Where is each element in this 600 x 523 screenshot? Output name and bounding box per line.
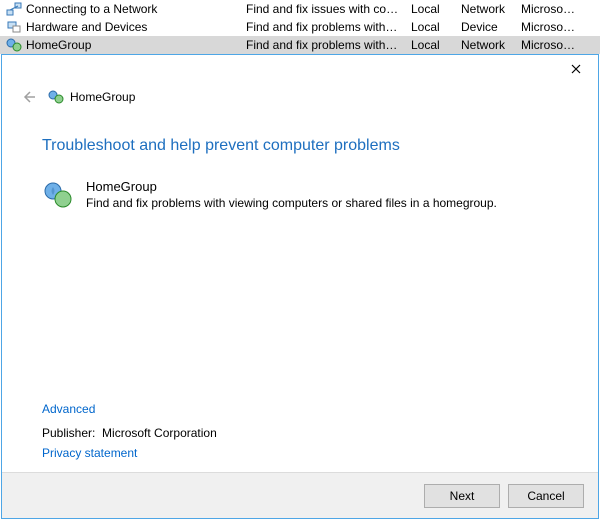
list-row[interactable]: Hardware and Devices Find and fix proble… xyxy=(0,18,600,36)
back-button[interactable] xyxy=(18,87,38,107)
troubleshooter-wizard: HomeGroup Troubleshoot and help prevent … xyxy=(1,54,599,519)
row-loc: Local xyxy=(411,20,461,34)
row-loc: Local xyxy=(411,2,461,16)
row-name: HomeGroup xyxy=(26,38,91,52)
close-button[interactable] xyxy=(554,55,598,83)
homegroup-icon xyxy=(42,179,74,211)
list-row[interactable]: HomeGroup Find and fix problems with… Lo… xyxy=(0,36,600,54)
list-row[interactable]: Connecting to a Network Find and fix iss… xyxy=(0,0,600,18)
row-desc: Find and fix problems with… xyxy=(246,38,411,52)
footer-links: Advanced Publisher: Microsoft Corporatio… xyxy=(2,402,598,472)
item-description: Find and fix problems with viewing compu… xyxy=(86,196,497,210)
next-button[interactable]: Next xyxy=(424,484,500,508)
row-loc: Local xyxy=(411,38,461,52)
row-pub: Microso… xyxy=(521,2,594,16)
row-pub: Microso… xyxy=(521,20,594,34)
page-heading: Troubleshoot and help prevent computer p… xyxy=(42,137,562,155)
item-title: HomeGroup xyxy=(86,179,497,194)
publisher-label: Publisher: xyxy=(42,426,95,440)
row-cat: Device xyxy=(461,20,521,34)
homegroup-icon xyxy=(48,89,64,105)
wizard-header: HomeGroup xyxy=(2,83,598,113)
row-name: Connecting to a Network xyxy=(26,2,157,16)
privacy-link[interactable]: Privacy statement xyxy=(42,446,137,460)
titlebar xyxy=(2,55,598,83)
homegroup-icon xyxy=(6,37,22,53)
network-icon xyxy=(6,1,22,17)
row-desc: Find and fix problems with… xyxy=(246,20,411,34)
wizard-content: Troubleshoot and help prevent computer p… xyxy=(2,113,598,402)
row-desc: Find and fix issues with co… xyxy=(246,2,411,16)
cancel-button[interactable]: Cancel xyxy=(508,484,584,508)
row-cat: Network xyxy=(461,38,521,52)
wizard-title: HomeGroup xyxy=(70,90,135,104)
troubleshooter-list: Connecting to a Network Find and fix iss… xyxy=(0,0,600,54)
advanced-link[interactable]: Advanced xyxy=(42,402,95,416)
troubleshooter-item: HomeGroup Find and fix problems with vie… xyxy=(42,179,562,211)
publisher-line: Publisher: Microsoft Corporation xyxy=(42,426,558,440)
row-pub: Microso… xyxy=(521,38,594,52)
device-icon xyxy=(6,19,22,35)
publisher-value: Microsoft Corporation xyxy=(102,426,217,440)
row-cat: Network xyxy=(461,2,521,16)
button-bar: Next Cancel xyxy=(2,472,598,518)
row-name: Hardware and Devices xyxy=(26,20,147,34)
